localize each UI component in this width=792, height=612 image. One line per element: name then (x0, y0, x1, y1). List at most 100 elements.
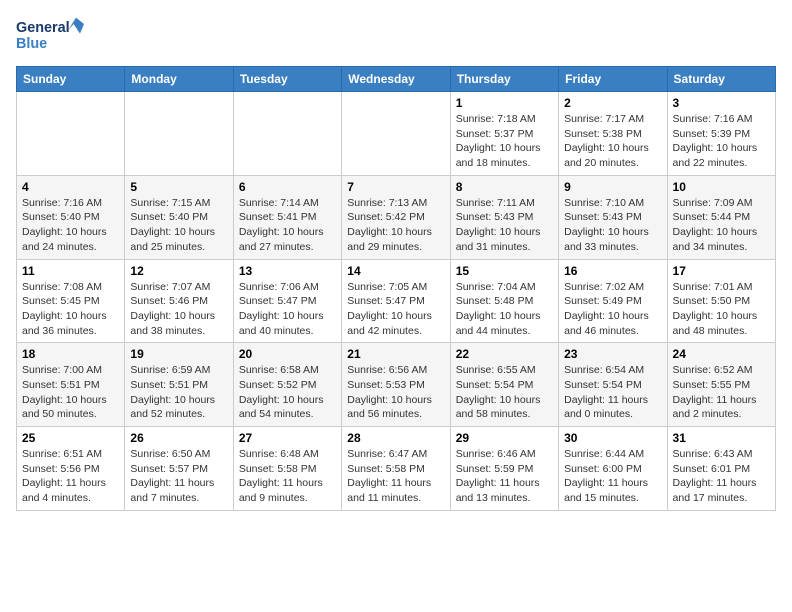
day-number: 20 (239, 347, 336, 361)
day-info: Sunrise: 7:10 AM Sunset: 5:43 PM Dayligh… (564, 196, 661, 255)
calendar-table: SundayMondayTuesdayWednesdayThursdayFrid… (16, 66, 776, 511)
day-info: Sunrise: 7:00 AM Sunset: 5:51 PM Dayligh… (22, 363, 119, 422)
day-info: Sunrise: 6:55 AM Sunset: 5:54 PM Dayligh… (456, 363, 553, 422)
day-number: 17 (673, 264, 770, 278)
day-number: 19 (130, 347, 227, 361)
day-info: Sunrise: 7:08 AM Sunset: 5:45 PM Dayligh… (22, 280, 119, 339)
calendar-cell: 9 Sunrise: 7:10 AM Sunset: 5:43 PM Daylig… (559, 175, 667, 259)
day-number: 26 (130, 431, 227, 445)
weekday-header-thursday: Thursday (450, 67, 558, 92)
calendar-cell: 12 Sunrise: 7:07 AM Sunset: 5:46 PM Dayli… (125, 259, 233, 343)
day-number: 1 (456, 96, 553, 110)
calendar-cell: 14 Sunrise: 7:05 AM Sunset: 5:47 PM Dayli… (342, 259, 450, 343)
day-number: 27 (239, 431, 336, 445)
day-number: 16 (564, 264, 661, 278)
day-number: 2 (564, 96, 661, 110)
day-number: 28 (347, 431, 444, 445)
day-info: Sunrise: 7:04 AM Sunset: 5:48 PM Dayligh… (456, 280, 553, 339)
day-number: 21 (347, 347, 444, 361)
calendar-cell: 15 Sunrise: 7:04 AM Sunset: 5:48 PM Dayli… (450, 259, 558, 343)
day-info: Sunrise: 6:43 AM Sunset: 6:01 PM Dayligh… (673, 447, 770, 506)
calendar-cell: 24 Sunrise: 6:52 AM Sunset: 5:55 PM Dayli… (667, 343, 775, 427)
day-number: 25 (22, 431, 119, 445)
calendar-cell: 1 Sunrise: 7:18 AM Sunset: 5:37 PM Daylig… (450, 92, 558, 176)
calendar-cell: 26 Sunrise: 6:50 AM Sunset: 5:57 PM Dayli… (125, 427, 233, 511)
logo-icon: GeneralBlue (16, 16, 96, 56)
calendar-cell (125, 92, 233, 176)
logo: GeneralBlue (16, 16, 96, 56)
day-number: 8 (456, 180, 553, 194)
calendar-cell: 7 Sunrise: 7:13 AM Sunset: 5:42 PM Daylig… (342, 175, 450, 259)
day-info: Sunrise: 7:05 AM Sunset: 5:47 PM Dayligh… (347, 280, 444, 339)
day-info: Sunrise: 7:15 AM Sunset: 5:40 PM Dayligh… (130, 196, 227, 255)
weekday-header-tuesday: Tuesday (233, 67, 341, 92)
day-number: 29 (456, 431, 553, 445)
day-info: Sunrise: 7:11 AM Sunset: 5:43 PM Dayligh… (456, 196, 553, 255)
day-number: 14 (347, 264, 444, 278)
calendar-cell: 6Sunrise: 7:14 AM Sunset: 5:41 PM Daylig… (233, 175, 341, 259)
day-info: Sunrise: 6:52 AM Sunset: 5:55 PM Dayligh… (673, 363, 770, 422)
day-info: Sunrise: 7:13 AM Sunset: 5:42 PM Dayligh… (347, 196, 444, 255)
calendar-cell: 8 Sunrise: 7:11 AM Sunset: 5:43 PM Daylig… (450, 175, 558, 259)
day-info: Sunrise: 7:07 AM Sunset: 5:46 PM Dayligh… (130, 280, 227, 339)
calendar-cell: 31 Sunrise: 6:43 AM Sunset: 6:01 PM Dayli… (667, 427, 775, 511)
day-info: Sunrise: 7:01 AM Sunset: 5:50 PM Dayligh… (673, 280, 770, 339)
calendar-cell: 22Sunrise: 6:55 AM Sunset: 5:54 PM Dayli… (450, 343, 558, 427)
day-number: 11 (22, 264, 119, 278)
day-number: 12 (130, 264, 227, 278)
day-info: Sunrise: 6:47 AM Sunset: 5:58 PM Dayligh… (347, 447, 444, 506)
weekday-header-sunday: Sunday (17, 67, 125, 92)
weekday-header-monday: Monday (125, 67, 233, 92)
day-number: 31 (673, 431, 770, 445)
day-number: 15 (456, 264, 553, 278)
calendar-cell: 5 Sunrise: 7:15 AM Sunset: 5:40 PM Daylig… (125, 175, 233, 259)
day-info: Sunrise: 7:09 AM Sunset: 5:44 PM Dayligh… (673, 196, 770, 255)
day-number: 3 (673, 96, 770, 110)
calendar-cell: 21 Sunrise: 6:56 AM Sunset: 5:53 PM Dayli… (342, 343, 450, 427)
day-info: Sunrise: 7:14 AM Sunset: 5:41 PM Dayligh… (239, 196, 336, 255)
calendar-cell: 23Sunrise: 6:54 AM Sunset: 5:54 PM Dayli… (559, 343, 667, 427)
day-number: 13 (239, 264, 336, 278)
calendar-cell: 28 Sunrise: 6:47 AM Sunset: 5:58 PM Dayli… (342, 427, 450, 511)
day-info: Sunrise: 6:59 AM Sunset: 5:51 PM Dayligh… (130, 363, 227, 422)
day-info: Sunrise: 6:56 AM Sunset: 5:53 PM Dayligh… (347, 363, 444, 422)
calendar-cell (342, 92, 450, 176)
calendar-cell: 29Sunrise: 6:46 AM Sunset: 5:59 PM Dayli… (450, 427, 558, 511)
day-info: Sunrise: 7:06 AM Sunset: 5:47 PM Dayligh… (239, 280, 336, 339)
calendar-cell: 10 Sunrise: 7:09 AM Sunset: 5:44 PM Dayli… (667, 175, 775, 259)
weekday-header-friday: Friday (559, 67, 667, 92)
day-info: Sunrise: 7:17 AM Sunset: 5:38 PM Dayligh… (564, 112, 661, 171)
day-info: Sunrise: 6:44 AM Sunset: 6:00 PM Dayligh… (564, 447, 661, 506)
calendar-cell: 11 Sunrise: 7:08 AM Sunset: 5:45 PM Dayli… (17, 259, 125, 343)
calendar-cell (233, 92, 341, 176)
calendar-cell: 13 Sunrise: 7:06 AM Sunset: 5:47 PM Dayli… (233, 259, 341, 343)
calendar-cell: 18 Sunrise: 7:00 AM Sunset: 5:51 PM Dayli… (17, 343, 125, 427)
calendar-cell: 16Sunrise: 7:02 AM Sunset: 5:49 PM Dayli… (559, 259, 667, 343)
day-info: Sunrise: 7:16 AM Sunset: 5:40 PM Dayligh… (22, 196, 119, 255)
day-number: 10 (673, 180, 770, 194)
day-number: 4 (22, 180, 119, 194)
day-number: 7 (347, 180, 444, 194)
calendar-cell: 20Sunrise: 6:58 AM Sunset: 5:52 PM Dayli… (233, 343, 341, 427)
calendar-cell: 19 Sunrise: 6:59 AM Sunset: 5:51 PM Dayli… (125, 343, 233, 427)
day-number: 5 (130, 180, 227, 194)
calendar-cell: 27Sunrise: 6:48 AM Sunset: 5:58 PM Dayli… (233, 427, 341, 511)
calendar-cell: 3Sunrise: 7:16 AM Sunset: 5:39 PM Daylig… (667, 92, 775, 176)
header: GeneralBlue (16, 16, 776, 56)
day-number: 24 (673, 347, 770, 361)
svg-text:General: General (16, 20, 70, 36)
day-number: 9 (564, 180, 661, 194)
day-number: 30 (564, 431, 661, 445)
calendar-cell: 25 Sunrise: 6:51 AM Sunset: 5:56 PM Dayli… (17, 427, 125, 511)
weekday-header-wednesday: Wednesday (342, 67, 450, 92)
calendar-cell: 30 Sunrise: 6:44 AM Sunset: 6:00 PM Dayli… (559, 427, 667, 511)
calendar-cell: 17 Sunrise: 7:01 AM Sunset: 5:50 PM Dayli… (667, 259, 775, 343)
day-info: Sunrise: 7:18 AM Sunset: 5:37 PM Dayligh… (456, 112, 553, 171)
day-number: 18 (22, 347, 119, 361)
svg-text:Blue: Blue (16, 36, 47, 52)
calendar-cell: 4 Sunrise: 7:16 AM Sunset: 5:40 PM Daylig… (17, 175, 125, 259)
weekday-header-saturday: Saturday (667, 67, 775, 92)
day-info: Sunrise: 6:50 AM Sunset: 5:57 PM Dayligh… (130, 447, 227, 506)
day-info: Sunrise: 6:51 AM Sunset: 5:56 PM Dayligh… (22, 447, 119, 506)
calendar-cell (17, 92, 125, 176)
